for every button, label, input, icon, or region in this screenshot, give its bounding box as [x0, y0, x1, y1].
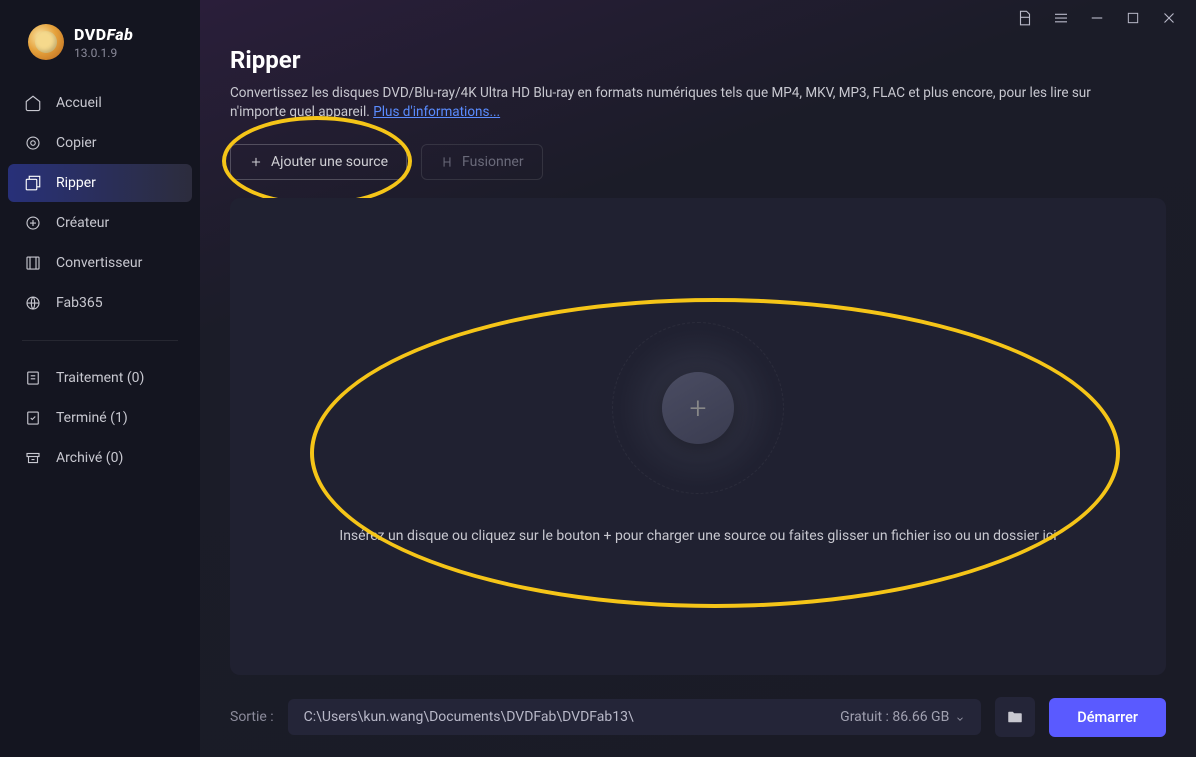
theme-icon[interactable] [1016, 9, 1034, 27]
output-box: C:\Users\kun.wang\Documents\DVDFab\DVDFa… [288, 699, 982, 735]
sidebar-item-archive[interactable]: Archivé (0) [8, 439, 192, 477]
merge-icon [440, 155, 454, 169]
titlebar [200, 0, 1196, 36]
fab365-icon [24, 294, 42, 312]
free-space-label: Gratuit : 86.66 GB [840, 709, 949, 725]
dropzone-hint: Insérez un disque ou cliquez sur le bout… [339, 528, 1056, 544]
start-button[interactable]: Démarrer [1049, 698, 1166, 737]
sidebar-item-label: Archivé (0) [56, 450, 123, 466]
toolbar: Ajouter une source Fusionner [230, 144, 1166, 180]
dropzone[interactable]: + Insérez un disque ou cliquez sur le bo… [230, 198, 1166, 675]
more-info-link[interactable]: Plus d'informations... [373, 104, 500, 120]
sidebar-item-fab365[interactable]: Fab365 [8, 284, 192, 322]
maximize-icon[interactable] [1124, 9, 1142, 27]
add-source-label: Ajouter une source [271, 154, 388, 170]
converter-icon [24, 254, 42, 272]
output-label: Sortie : [230, 709, 274, 725]
processing-icon [24, 369, 42, 387]
app-version: 13.0.1.9 [74, 46, 133, 60]
page-title: Ripper [230, 46, 1166, 74]
sidebar-item-label: Accueil [56, 95, 102, 111]
browse-folder-button[interactable] [995, 697, 1035, 737]
main-area: Ripper Convertissez les disques DVD/Blu-… [200, 0, 1196, 757]
sidebar-item-ripper[interactable]: Ripper [8, 164, 192, 202]
sidebar-item-label: Copier [56, 135, 97, 151]
output-path: C:\Users\kun.wang\Documents\DVDFab\DVDFa… [304, 709, 841, 725]
primary-nav: Accueil Copier Ripper Créateur Convertis… [0, 80, 200, 326]
footer: Sortie : C:\Users\kun.wang\Documents\DVD… [230, 697, 1166, 737]
merge-button[interactable]: Fusionner [421, 144, 543, 180]
sidebar-item-copier[interactable]: Copier [8, 124, 192, 162]
sidebar-item-label: Terminé (1) [56, 410, 128, 426]
dropzone-circle: + [618, 328, 778, 488]
sidebar-item-traitement[interactable]: Traitement (0) [8, 359, 192, 397]
sidebar-item-termine[interactable]: Terminé (1) [8, 399, 192, 437]
sidebar-item-label: Fab365 [56, 295, 103, 311]
chevron-down-icon [955, 712, 965, 722]
sidebar-item-convertisseur[interactable]: Convertisseur [8, 244, 192, 282]
merge-label: Fusionner [462, 154, 524, 170]
brand-name: DVDFab [74, 25, 133, 44]
sidebar-item-accueil[interactable]: Accueil [8, 84, 192, 122]
creator-icon [24, 214, 42, 232]
sidebar-item-label: Traitement (0) [56, 370, 144, 386]
status-nav: Traitement (0) Terminé (1) Archivé (0) [0, 355, 200, 481]
hamburger-menu-icon[interactable] [1052, 9, 1070, 27]
sidebar-item-createur[interactable]: Créateur [8, 204, 192, 242]
sidebar-divider [22, 340, 178, 341]
add-source-button[interactable]: Ajouter une source [230, 144, 407, 180]
logo-block: DVDFab 13.0.1.9 [0, 16, 200, 80]
home-icon [24, 94, 42, 112]
done-icon [24, 409, 42, 427]
minimize-icon[interactable] [1088, 9, 1106, 27]
ripper-icon [24, 174, 42, 192]
free-space-dropdown[interactable]: Gratuit : 86.66 GB [840, 709, 965, 725]
app-logo-icon [28, 24, 64, 60]
page-description: Convertissez les disques DVD/Blu-ray/4K … [230, 84, 1150, 122]
close-icon[interactable] [1160, 9, 1178, 27]
sidebar-item-label: Créateur [56, 215, 109, 231]
plus-icon [249, 155, 263, 169]
copy-icon [24, 134, 42, 152]
sidebar-item-label: Convertisseur [56, 255, 142, 271]
archive-icon [24, 449, 42, 467]
sidebar-item-label: Ripper [56, 175, 96, 191]
content: Ripper Convertissez les disques DVD/Blu-… [200, 36, 1196, 757]
sidebar: DVDFab 13.0.1.9 Accueil Copier Ripper Cr… [0, 0, 200, 757]
